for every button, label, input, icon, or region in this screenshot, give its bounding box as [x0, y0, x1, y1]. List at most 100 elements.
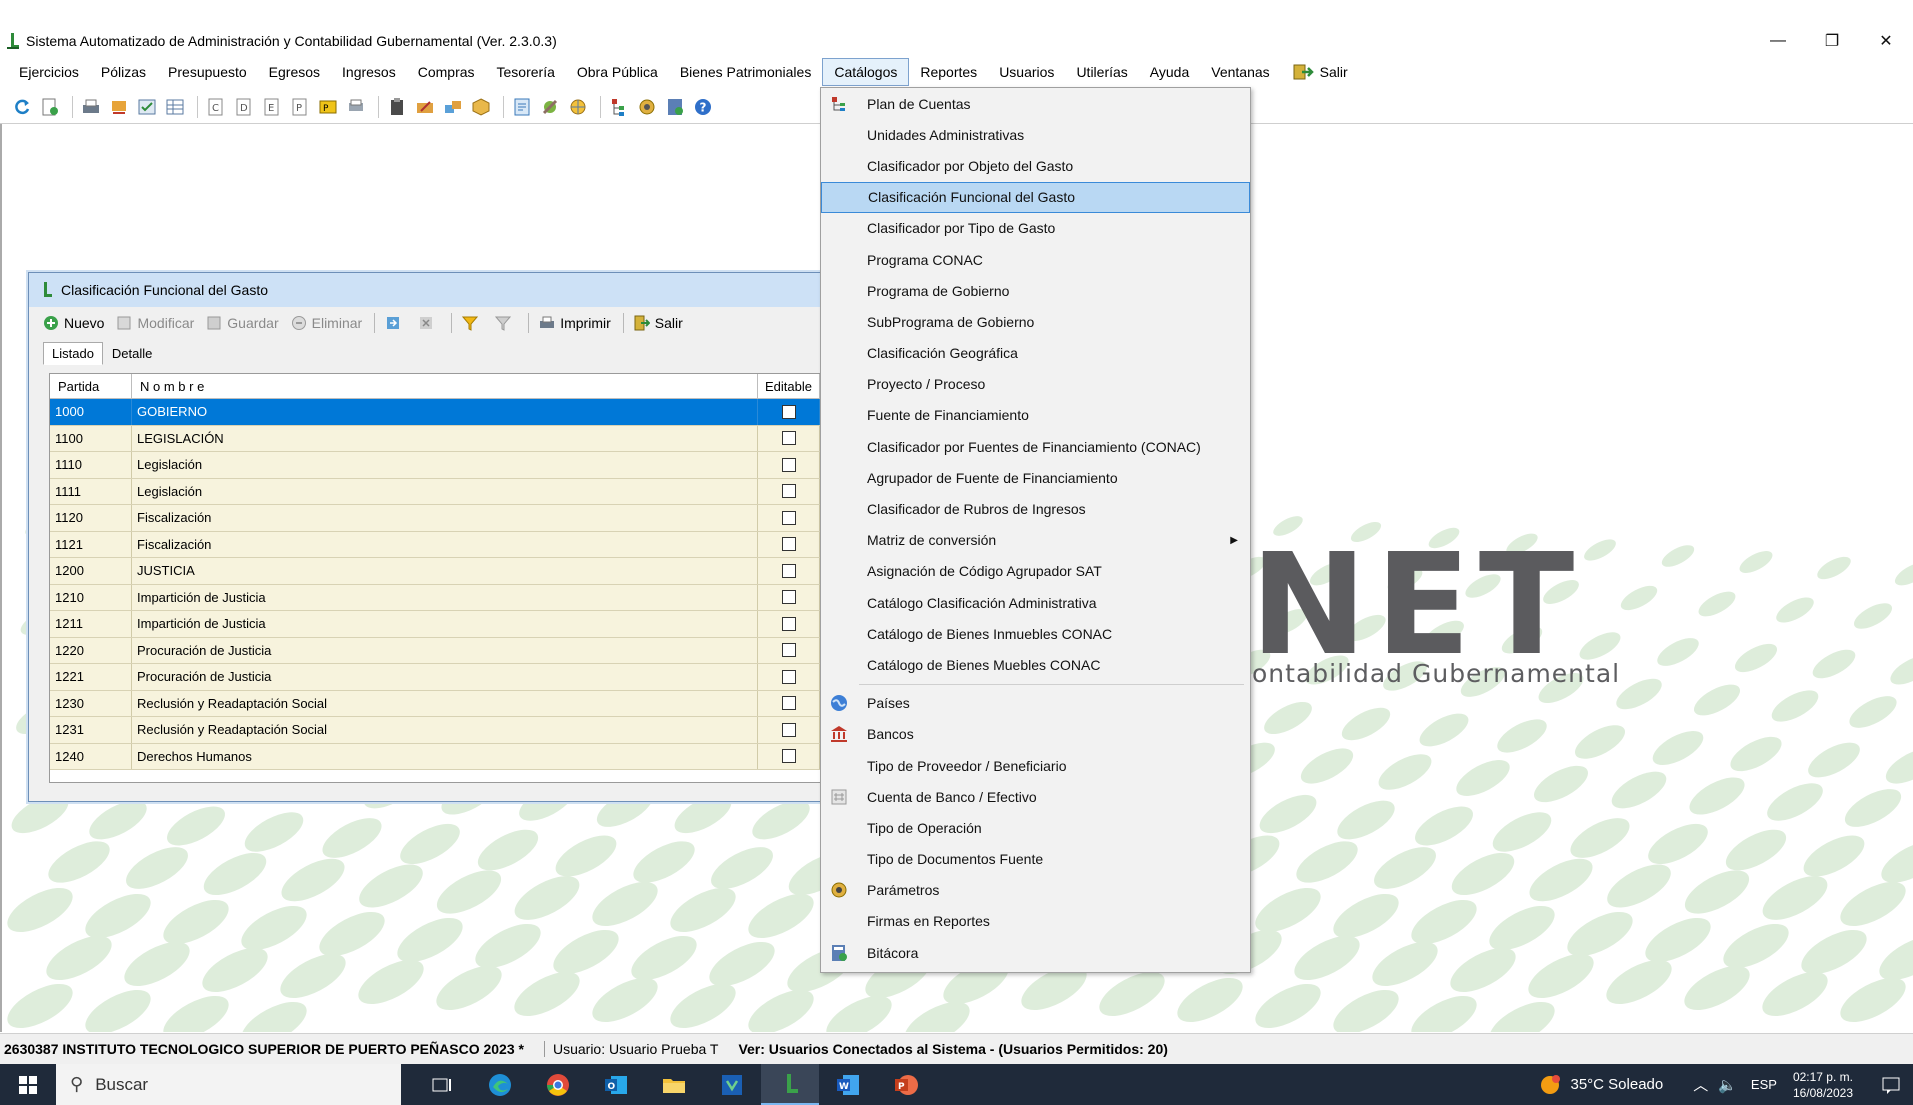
clipboard-icon[interactable] — [385, 95, 409, 119]
menu-ayuda[interactable]: Ayuda — [1139, 58, 1200, 86]
minimize-button[interactable]: — — [1751, 26, 1805, 56]
tab-listado[interactable]: Listado — [43, 342, 103, 365]
menu-item-programa-gobierno[interactable]: Programa de Gobierno — [821, 275, 1250, 306]
export-button[interactable] — [385, 315, 406, 331]
menu-polizas[interactable]: Pólizas — [90, 58, 157, 86]
language-indicator[interactable]: ESP — [1751, 1077, 1777, 1092]
tools-icon[interactable] — [538, 95, 562, 119]
task-view-icon[interactable] — [413, 1064, 471, 1105]
menu-item-fuente-financiamiento[interactable]: Fuente de Financiamiento — [821, 400, 1250, 431]
column-header-partida[interactable]: Partida — [50, 374, 132, 398]
menu-salir[interactable]: Salir — [1281, 58, 1359, 86]
menu-item-cuenta-banco[interactable]: Cuenta de Banco / Efectivo — [821, 781, 1250, 812]
table-row[interactable]: 1230 Reclusión y Readaptación Social — [50, 690, 838, 717]
table-row[interactable]: 1240 Derechos Humanos — [50, 743, 838, 770]
menu-item-tipo-proveedor[interactable]: Tipo de Proveedor / Beneficiario — [821, 750, 1250, 781]
menu-item-bitacora[interactable]: Bitácora — [821, 937, 1250, 968]
weather-widget[interactable]: 35°C Soleado — [1538, 1073, 1663, 1097]
editable-checkbox[interactable] — [781, 696, 796, 711]
file-explorer-icon[interactable] — [645, 1064, 703, 1105]
menu-utilerias[interactable]: Utilerías — [1065, 58, 1138, 86]
menu-ingresos[interactable]: Ingresos — [331, 58, 407, 86]
column-header-nombre[interactable]: N o m b r e — [132, 374, 758, 398]
salir-button[interactable]: Salir — [634, 315, 683, 331]
menu-compras[interactable]: Compras — [407, 58, 486, 86]
editable-checkbox[interactable] — [781, 669, 796, 684]
menu-item-matriz-conversion[interactable]: Matriz de conversión ▶ — [821, 525, 1250, 556]
taskbar-search[interactable]: ⚲ Buscar — [56, 1064, 401, 1105]
clock[interactable]: 02:17 p. m. 16/08/2023 — [1793, 1069, 1853, 1101]
menu-ventanas[interactable]: Ventanas — [1200, 58, 1280, 86]
menu-item-parametros[interactable]: Parámetros — [821, 875, 1250, 906]
volume-icon[interactable]: 🔈 — [1718, 1076, 1737, 1094]
checklist-icon[interactable] — [135, 95, 159, 119]
menu-item-clasificacion-funcional-gasto[interactable]: Clasificación Funcional del Gasto — [821, 181, 1250, 213]
eliminar-button[interactable]: Eliminar — [291, 315, 362, 331]
modificar-button[interactable]: Modificar — [116, 315, 194, 331]
menu-catalogos[interactable]: Catálogos — [822, 58, 910, 86]
editable-checkbox[interactable] — [781, 537, 796, 552]
tree-icon[interactable] — [607, 95, 631, 119]
grid-icon[interactable] — [163, 95, 187, 119]
guardar-button[interactable]: Guardar — [206, 315, 279, 331]
menu-item-agrupador-fuente[interactable]: Agrupador de Fuente de Financiamiento — [821, 462, 1250, 493]
column-header-editable[interactable]: Editable — [758, 374, 820, 398]
editable-checkbox[interactable] — [781, 510, 796, 525]
transfer-icon[interactable] — [107, 95, 131, 119]
editable-checkbox[interactable] — [781, 404, 796, 419]
table-row[interactable]: 1121 Fiscalización — [50, 531, 838, 558]
settings-icon[interactable] — [635, 95, 659, 119]
menu-item-subprograma-gobierno[interactable]: SubPrograma de Gobierno — [821, 306, 1250, 337]
print-doc-icon[interactable] — [344, 95, 368, 119]
menu-egresos[interactable]: Egresos — [258, 58, 331, 86]
editable-checkbox[interactable] — [781, 590, 796, 605]
refresh-icon[interactable] — [10, 95, 34, 119]
table-row[interactable]: 1200 JUSTICIA — [50, 558, 838, 585]
menu-ejercicios[interactable]: Ejercicios — [8, 58, 90, 86]
new-document-icon[interactable] — [38, 95, 62, 119]
table-row[interactable]: 1211 Impartición de Justicia — [50, 611, 838, 638]
log-icon[interactable] — [663, 95, 687, 119]
menu-tesoreria[interactable]: Tesorería — [486, 58, 566, 86]
report-icon[interactable] — [510, 95, 534, 119]
menu-reportes[interactable]: Reportes — [909, 58, 988, 86]
table-row[interactable]: 1220 Procuración de Justicia — [50, 637, 838, 664]
notifications-icon[interactable] — [1869, 1075, 1913, 1095]
editable-checkbox[interactable] — [781, 457, 796, 472]
status-connected-users[interactable]: Ver: Usuarios Conectados al Sistema - (U… — [738, 1041, 1167, 1057]
menu-item-paises[interactable]: Países — [821, 688, 1250, 719]
menu-item-clasificacion-administrativa[interactable]: Catálogo Clasificación Administrativa — [821, 587, 1250, 618]
editable-checkbox[interactable] — [781, 616, 796, 631]
editable-checkbox[interactable] — [781, 643, 796, 658]
menu-item-bancos[interactable]: Bancos — [821, 719, 1250, 750]
menu-presupuesto[interactable]: Presupuesto — [157, 58, 258, 86]
table-row[interactable]: 1210 Impartición de Justicia — [50, 584, 838, 611]
folder-edit-icon[interactable] — [413, 95, 437, 119]
menu-item-bienes-muebles[interactable]: Catálogo de Bienes Muebles CONAC — [821, 649, 1250, 680]
table-row[interactable]: 1231 Reclusión y Readaptación Social — [50, 717, 838, 744]
menu-item-plan-cuentas[interactable]: Plan de Cuentas — [821, 88, 1250, 119]
network-icon[interactable] — [566, 95, 590, 119]
transfer-boxes-icon[interactable] — [441, 95, 465, 119]
payment-icon[interactable]: P — [316, 95, 340, 119]
doc-c-icon[interactable]: C — [204, 95, 228, 119]
table-row[interactable]: 1100 LEGISLACIÓN — [50, 425, 838, 452]
imprimir-button[interactable]: Imprimir — [539, 315, 611, 331]
menu-usuarios[interactable]: Usuarios — [988, 58, 1065, 86]
powerpoint-icon[interactable]: P — [877, 1064, 935, 1105]
clear-filter-button[interactable] — [495, 315, 516, 331]
editable-checkbox[interactable] — [781, 749, 796, 764]
menu-item-tipo-operacion[interactable]: Tipo de Operación — [821, 812, 1250, 843]
help-icon[interactable]: ? — [691, 95, 715, 119]
nuevo-button[interactable]: Nuevo — [43, 315, 104, 331]
table-row[interactable]: 1111 Legislación — [50, 478, 838, 505]
package-icon[interactable] — [469, 95, 493, 119]
editable-checkbox[interactable] — [781, 484, 796, 499]
printer-icon[interactable] — [79, 95, 103, 119]
cancel-button[interactable] — [418, 315, 439, 331]
chevron-up-icon[interactable]: ︿ — [1693, 1074, 1708, 1095]
menu-bienes-patrimoniales[interactable]: Bienes Patrimoniales — [669, 58, 823, 86]
menu-item-proyecto-proceso[interactable]: Proyecto / Proceso — [821, 369, 1250, 400]
menu-item-bienes-inmuebles[interactable]: Catálogo de Bienes Inmuebles CONAC — [821, 618, 1250, 649]
menu-item-clasificador-objeto-gasto[interactable]: Clasificador por Objeto del Gasto — [821, 150, 1250, 181]
